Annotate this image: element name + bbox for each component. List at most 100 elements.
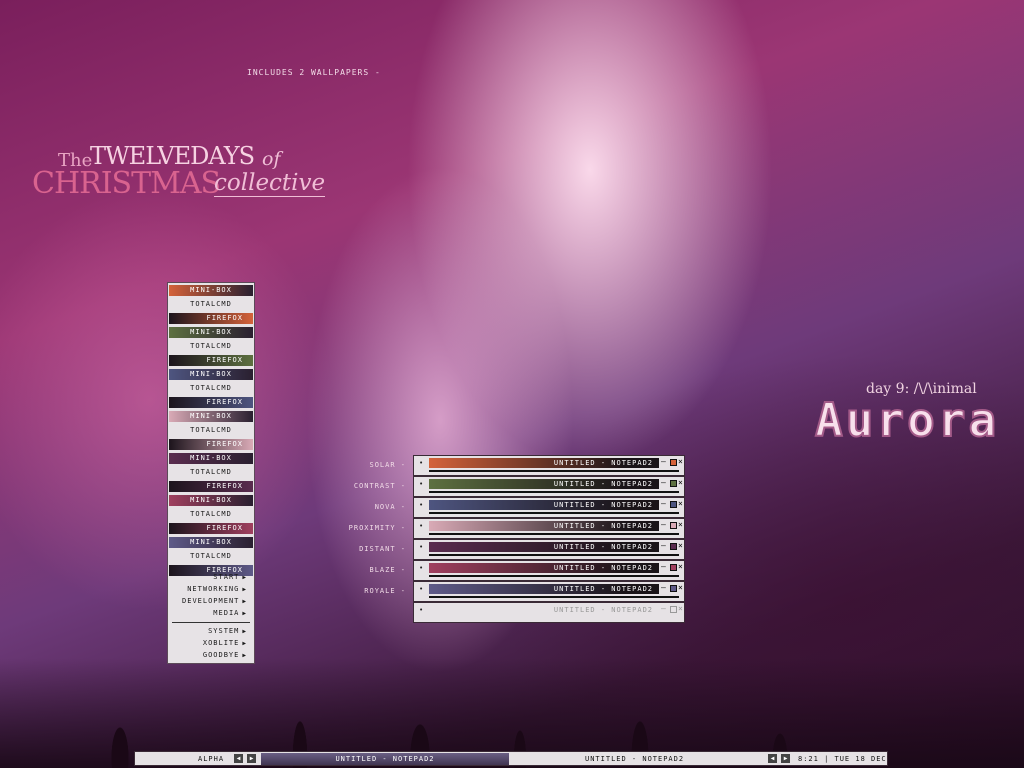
theme-preview-window[interactable]: • UNTITLED - NOTEPAD2– × — [413, 560, 685, 581]
minimize-icon[interactable]: – — [661, 583, 666, 592]
maximize-icon[interactable] — [670, 606, 677, 613]
clock: 8:21 | TUE 18 DEC — [798, 755, 887, 763]
menu-item-goodbye[interactable]: GOODBYE — [169, 651, 247, 659]
window-menu-icon[interactable]: • — [419, 522, 423, 530]
window-titlebar[interactable]: UNTITLED - NOTEPAD2 — [429, 584, 659, 594]
menu-totalcmd-2[interactable]: TOTALCMD — [169, 341, 253, 352]
menu-minibox-1[interactable]: MINI-BOX — [169, 285, 253, 296]
theme-preview-window[interactable]: • UNTITLED - NOTEPAD2– × — [413, 581, 685, 602]
minimize-icon[interactable]: – — [661, 520, 666, 529]
minimize-icon[interactable]: – — [661, 499, 666, 508]
menu-item-xoblite[interactable]: XOBLITE — [169, 639, 247, 647]
maximize-icon[interactable] — [670, 522, 677, 529]
window-titlebar[interactable]: UNTITLED - NOTEPAD2 — [429, 605, 659, 615]
theme-label: CONTRAST - — [353, 482, 406, 490]
window-menu-icon[interactable]: • — [419, 564, 423, 572]
close-icon[interactable]: × — [678, 583, 683, 592]
wallpaper-notice: INCLUDES 2 WALLPAPERS - — [247, 68, 381, 77]
menu-item-development[interactable]: DEVELOPMENT — [169, 597, 247, 605]
menu-totalcmd-4[interactable]: TOTALCMD — [169, 425, 253, 436]
window-menu-icon[interactable]: • — [419, 480, 423, 488]
menu-divider — [172, 622, 250, 623]
task-next-icon[interactable]: ▶ — [781, 754, 790, 763]
menu-item-networking[interactable]: NETWORKING — [169, 585, 247, 593]
logo-christmas: CHRISTMAS — [32, 166, 221, 201]
theme-preview-window[interactable]: • UNTITLED - NOTEPAD2– × — [413, 539, 685, 560]
menu-totalcmd-1[interactable]: TOTALCMD — [169, 299, 253, 310]
close-icon[interactable]: × — [678, 457, 683, 466]
window-title: UNTITLED - NOTEPAD2 — [553, 564, 653, 572]
menu-firefox-5[interactable]: FIREFOX — [169, 481, 253, 492]
window-titlebar[interactable]: UNTITLED - NOTEPAD2 — [429, 542, 659, 552]
menu-firefox-1[interactable]: FIREFOX — [169, 313, 253, 324]
window-underline — [429, 533, 679, 535]
theme-preview-window[interactable]: • UNTITLED - NOTEPAD2– × — [413, 602, 685, 623]
minimize-icon[interactable]: – — [661, 457, 666, 466]
window-menu-icon[interactable]: • — [419, 543, 423, 551]
menu-minibox-4[interactable]: MINI-BOX — [169, 411, 253, 422]
window-menu-icon[interactable]: • — [419, 459, 423, 467]
maximize-icon[interactable] — [670, 480, 677, 487]
maximize-icon[interactable] — [670, 459, 677, 466]
task-inactive[interactable]: UNTITLED - NOTEPAD2 — [585, 755, 684, 763]
menu-item-system[interactable]: SYSTEM — [169, 627, 247, 635]
theme-label: ROYALE - — [364, 587, 406, 595]
workspace-label[interactable]: ALPHA — [198, 755, 224, 763]
window-menu-icon[interactable]: • — [419, 585, 423, 593]
menu-item-start[interactable]: START — [169, 573, 247, 581]
menu-item-media[interactable]: MEDIA — [169, 609, 247, 617]
window-underline — [429, 596, 679, 598]
theme-preview-window[interactable]: • UNTITLED - NOTEPAD2– × — [413, 455, 685, 476]
close-icon[interactable]: × — [678, 541, 683, 550]
window-underline — [429, 491, 679, 493]
menu-minibox-5[interactable]: MINI-BOX — [169, 453, 253, 464]
menu-totalcmd-5[interactable]: TOTALCMD — [169, 467, 253, 478]
close-icon[interactable]: × — [678, 562, 683, 571]
theme-preview-window[interactable]: • UNTITLED - NOTEPAD2– × — [413, 497, 685, 518]
maximize-icon[interactable] — [670, 501, 677, 508]
window-titlebar[interactable]: UNTITLED - NOTEPAD2 — [429, 563, 659, 573]
task-active[interactable]: UNTITLED - NOTEPAD2 — [261, 753, 509, 765]
menu-totalcmd-6[interactable]: TOTALCMD — [169, 509, 253, 520]
close-icon[interactable]: × — [678, 478, 683, 487]
menu-minibox-7[interactable]: MINI-BOX — [169, 537, 253, 548]
close-icon[interactable]: × — [678, 520, 683, 529]
menu-totalcmd-3[interactable]: TOTALCMD — [169, 383, 253, 394]
menu-firefox-2[interactable]: FIREFOX — [169, 355, 253, 366]
window-titlebar[interactable]: UNTITLED - NOTEPAD2 — [429, 479, 659, 489]
menu-minibox-2[interactable]: MINI-BOX — [169, 327, 253, 338]
window-titlebar[interactable]: UNTITLED - NOTEPAD2 — [429, 458, 659, 468]
theme-preview-window[interactable]: • UNTITLED - NOTEPAD2– × — [413, 476, 685, 497]
menu-firefox-3[interactable]: FIREFOX — [169, 397, 253, 408]
taskbar: ALPHA ◀ ▶ UNTITLED - NOTEPAD2 UNTITLED -… — [134, 751, 888, 766]
theme-preview-window[interactable]: • UNTITLED - NOTEPAD2– × — [413, 518, 685, 539]
menu-firefox-4[interactable]: FIREFOX — [169, 439, 253, 450]
theme-label: DISTANT - — [359, 545, 406, 553]
window-title: UNTITLED - NOTEPAD2 — [553, 606, 653, 614]
menu-totalcmd-7[interactable]: TOTALCMD — [169, 551, 253, 562]
maximize-icon[interactable] — [670, 564, 677, 571]
theme-label: PROXIMITY - — [348, 524, 406, 532]
minimize-icon[interactable]: – — [661, 604, 666, 613]
window-titlebar[interactable]: UNTITLED - NOTEPAD2 — [429, 521, 659, 531]
workspace-next-icon[interactable]: ▶ — [247, 754, 256, 763]
maximize-icon[interactable] — [670, 585, 677, 592]
menu-minibox-3[interactable]: MINI-BOX — [169, 369, 253, 380]
close-icon[interactable]: × — [678, 604, 683, 613]
minimize-icon[interactable]: – — [661, 478, 666, 487]
window-underline — [429, 554, 679, 556]
menu-firefox-6[interactable]: FIREFOX — [169, 523, 253, 534]
minimize-icon[interactable]: – — [661, 541, 666, 550]
window-titlebar[interactable]: UNTITLED - NOTEPAD2 — [429, 500, 659, 510]
window-menu-icon[interactable]: • — [419, 501, 423, 509]
close-icon[interactable]: × — [678, 499, 683, 508]
maximize-icon[interactable] — [670, 543, 677, 550]
window-title: UNTITLED - NOTEPAD2 — [553, 501, 653, 509]
theme-menu: MINI-BOX TOTALCMD FIREFOX MINI-BOX TOTALCMD F… — [167, 282, 255, 664]
task-prev-icon[interactable]: ◀ — [768, 754, 777, 763]
minimize-icon[interactable]: – — [661, 562, 666, 571]
window-menu-icon[interactable]: • — [419, 606, 423, 614]
window-title: UNTITLED - NOTEPAD2 — [553, 459, 653, 467]
workspace-prev-icon[interactable]: ◀ — [234, 754, 243, 763]
menu-minibox-6[interactable]: MINI-BOX — [169, 495, 253, 506]
